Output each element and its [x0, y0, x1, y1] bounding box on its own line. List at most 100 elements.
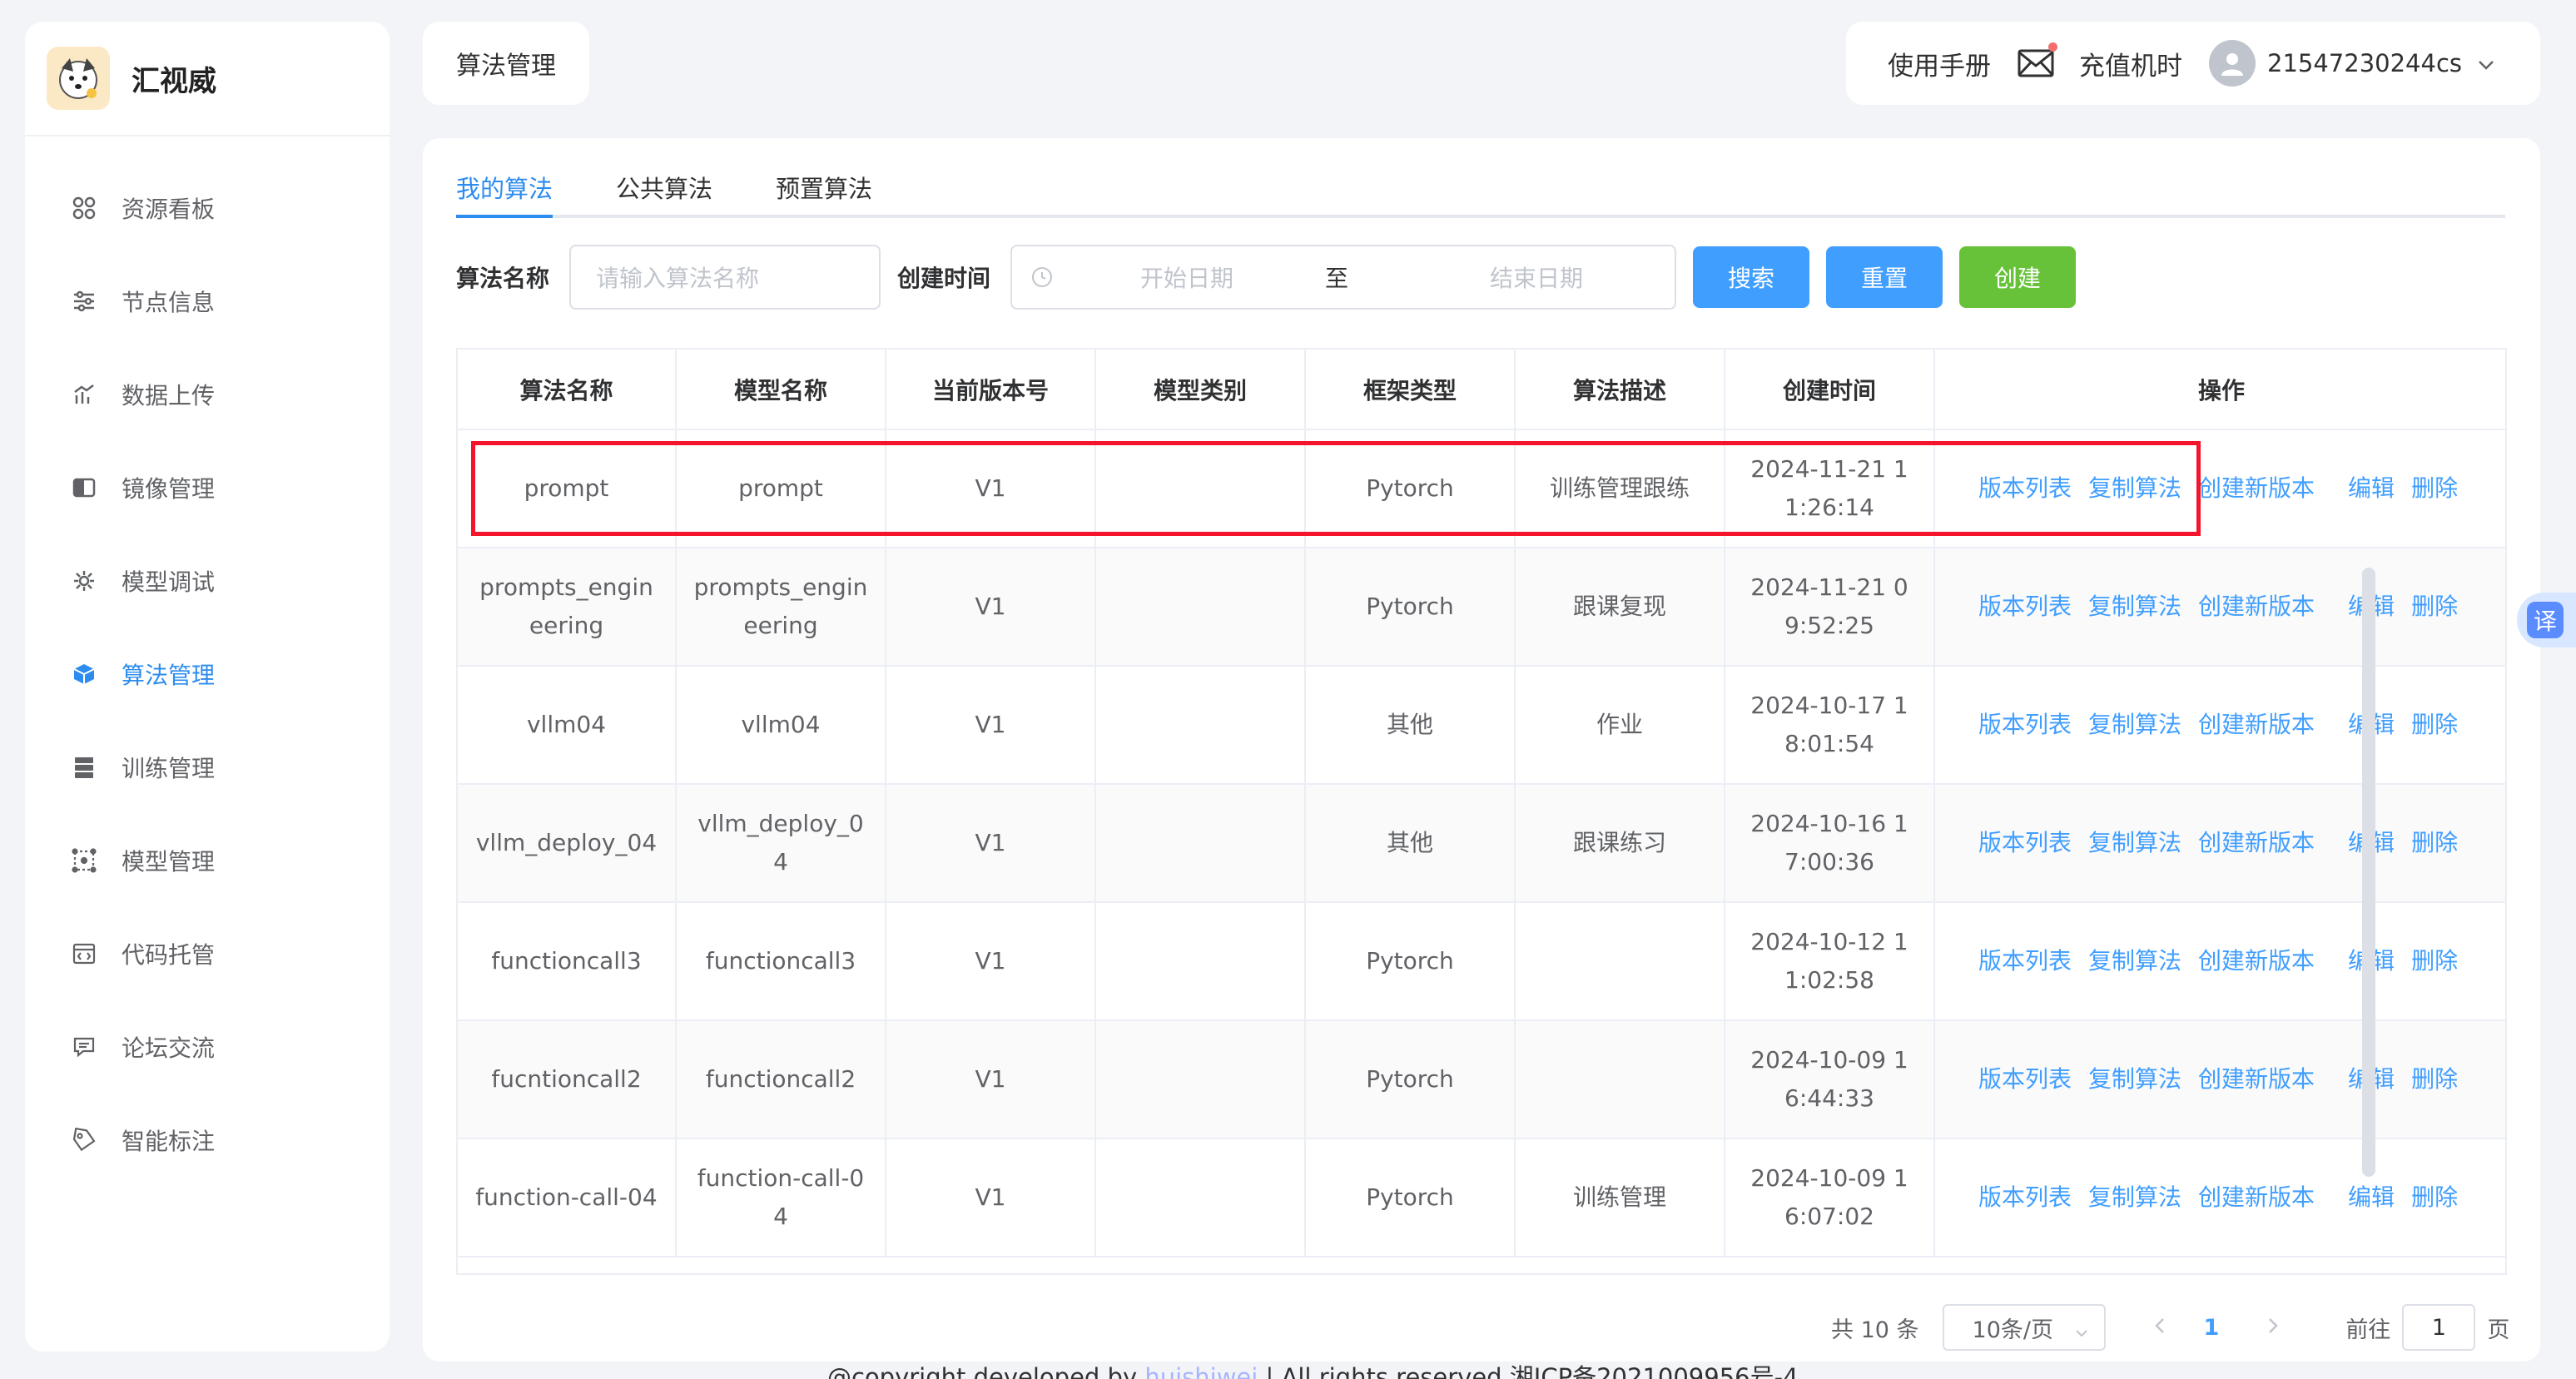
username[interactable]: 21547230244cs — [2267, 49, 2462, 77]
copy-algorithm-link[interactable]: 复制算法 — [2088, 1065, 2181, 1093]
delete-link[interactable]: 删除 — [2411, 1183, 2458, 1211]
version-list-link[interactable]: 版本列表 — [1978, 474, 2072, 502]
sidebar-item-forum[interactable]: 论坛交流 — [25, 1000, 390, 1094]
created-time-label: 创建时间 — [897, 265, 991, 292]
table-cell — [1095, 902, 1306, 1021]
sidebar-item-smart-labeling[interactable]: 智能标注 — [25, 1094, 390, 1187]
table-row: prompt prompt V1 Pytorch 训练管理跟练 2024-11-21 11… — [458, 429, 2505, 548]
table-cell — [1515, 1020, 1725, 1139]
sidebar-item-model-debug[interactable]: 模型调试 — [25, 534, 390, 627]
column-header: 操作 — [1934, 350, 2505, 430]
table-cell — [1095, 429, 1306, 548]
sidebar-item-label: 训练管理 — [122, 755, 216, 782]
sidebar-item-algorithm-management[interactable]: 算法管理 — [25, 627, 390, 721]
user-manual-link[interactable]: 使用手册 — [1888, 45, 1991, 82]
create-button[interactable]: 创建 — [1959, 246, 2077, 308]
table-cell: vllm_deploy_04 — [458, 784, 677, 903]
recharge-link[interactable]: 充值机时 — [2079, 45, 2182, 82]
delete-link[interactable]: 删除 — [2411, 1065, 2458, 1093]
table-cell: prompts_engineering — [676, 548, 886, 667]
version-list-link[interactable]: 版本列表 — [1978, 1065, 2072, 1093]
create-version-link[interactable]: 创建新版本 — [2198, 829, 2315, 856]
search-button[interactable]: 搜索 — [1693, 246, 1810, 308]
avatar[interactable] — [2209, 40, 2256, 87]
dashboard-icon — [70, 194, 98, 222]
copy-algorithm-link[interactable]: 复制算法 — [2088, 1183, 2181, 1211]
brand[interactable]: 汇视威 — [25, 22, 390, 136]
sidebar-item-model-management[interactable]: 模型管理 — [25, 814, 390, 907]
sidebar-item-training-management[interactable]: 训练管理 — [25, 721, 390, 814]
table-cell: 2024-10-09 16:07:02 — [1725, 1138, 1935, 1257]
table-cell: 其他 — [1305, 666, 1516, 785]
copy-algorithm-link[interactable]: 复制算法 — [2088, 474, 2181, 502]
row-actions: 版本列表复制算法创建新版本 编辑删除 — [1934, 1138, 2505, 1257]
copy-algorithm-link[interactable]: 复制算法 — [2088, 593, 2181, 620]
table-cell: 训练管理 — [1515, 1138, 1725, 1257]
create-version-link[interactable]: 创建新版本 — [2198, 1065, 2315, 1093]
version-list-link[interactable]: 版本列表 — [1978, 947, 2072, 975]
copy-algorithm-link[interactable]: 复制算法 — [2088, 711, 2181, 738]
sidebar-item-code-hosting[interactable]: 代码托管 — [25, 907, 390, 1000]
column-header: 算法描述 — [1515, 350, 1725, 430]
sidebar-item-image-management[interactable]: 镜像管理 — [25, 441, 390, 534]
prev-page-icon[interactable] — [2152, 1315, 2167, 1341]
create-version-link[interactable]: 创建新版本 — [2198, 1183, 2315, 1211]
sidebar-item-resource-board[interactable]: 资源看板 — [25, 161, 390, 255]
mail-icon[interactable] — [2018, 42, 2057, 77]
row-actions: 版本列表复制算法创建新版本编辑删除 — [1934, 548, 2505, 667]
delete-link[interactable]: 删除 — [2411, 474, 2458, 502]
page-number-current[interactable]: 1 — [2204, 1315, 2220, 1341]
tab-public-algorithms[interactable]: 公共算法 — [616, 161, 712, 215]
start-date-input[interactable]: 开始日期 — [1062, 260, 1312, 294]
image-icon — [70, 474, 98, 502]
goto-page-input[interactable]: 1 — [2402, 1304, 2476, 1351]
table-header-row: 算法名称 模型名称 当前版本号 模型类别 框架类型 算法描述 创建时间 操作 — [458, 350, 2505, 430]
next-page-icon[interactable] — [2266, 1315, 2281, 1341]
version-list-link[interactable]: 版本列表 — [1978, 593, 2072, 620]
page-unit-label: 页 — [2487, 1317, 2510, 1343]
table-cell: functioncall2 — [676, 1020, 886, 1139]
end-date-input[interactable]: 结束日期 — [1412, 260, 1661, 294]
sidebar-item-label: 智能标注 — [122, 1128, 216, 1155]
translate-button[interactable]: 译 — [2517, 593, 2576, 647]
sidebar-item-label: 数据上传 — [122, 382, 216, 409]
table-row: vllm_deploy_04 vllm_deploy_04 V1 其他 跟课练习 2024… — [458, 784, 2505, 903]
table-cell: function-call-04 — [458, 1138, 677, 1257]
edit-link[interactable]: 编辑 — [2348, 474, 2395, 502]
reset-button[interactable]: 重置 — [1826, 246, 1943, 308]
create-version-link[interactable]: 创建新版本 — [2198, 474, 2315, 502]
version-list-link[interactable]: 版本列表 — [1978, 711, 2072, 738]
delete-link[interactable]: 删除 — [2411, 947, 2458, 975]
tab-my-algorithms[interactable]: 我的算法 — [456, 161, 553, 218]
edit-link[interactable]: 编辑 — [2348, 1183, 2395, 1211]
tab-preset-algorithms[interactable]: 预置算法 — [776, 161, 872, 215]
create-version-link[interactable]: 创建新版本 — [2198, 593, 2315, 620]
date-range-picker[interactable]: 开始日期 至 结束日期 — [1010, 245, 1677, 310]
column-header: 算法名称 — [458, 350, 677, 430]
table-row: fucntioncall2 functioncall2 V1 Pytorch 2024-… — [458, 1020, 2505, 1139]
sidebar-item-data-upload[interactable]: 数据上传 — [25, 348, 390, 441]
row-actions: 版本列表复制算法创建新版本编辑删除 — [1934, 1020, 2505, 1139]
algorithm-table: 算法名称 模型名称 当前版本号 模型类别 框架类型 算法描述 创建时间 操作 p… — [456, 348, 2507, 1275]
delete-link[interactable]: 删除 — [2411, 829, 2458, 856]
algorithm-name-input[interactable]: 请输入算法名称 — [569, 245, 881, 310]
create-version-link[interactable]: 创建新版本 — [2198, 947, 2315, 975]
table-cell: 2024-10-16 17:00:36 — [1725, 784, 1935, 903]
create-version-link[interactable]: 创建新版本 — [2198, 711, 2315, 738]
sidebar-item-node-info[interactable]: 节点信息 — [25, 255, 390, 348]
footer-author-link[interactable]: huishiwei — [1144, 1363, 1258, 1379]
chevron-down-icon[interactable] — [2475, 52, 2497, 74]
footer: @copyright developed by huishiwei | All … — [827, 1358, 1799, 1379]
delete-link[interactable]: 删除 — [2411, 711, 2458, 738]
copy-algorithm-link[interactable]: 复制算法 — [2088, 947, 2181, 975]
version-list-link[interactable]: 版本列表 — [1978, 829, 2072, 856]
translate-icon: 译 — [2527, 602, 2564, 638]
copy-algorithm-link[interactable]: 复制算法 — [2088, 829, 2181, 856]
table-cell: prompt — [458, 429, 677, 548]
table-cell — [1095, 666, 1306, 785]
version-list-link[interactable]: 版本列表 — [1978, 1183, 2072, 1211]
total-count: 共 10 条 — [1831, 1317, 1919, 1343]
table-scrollbar[interactable] — [2362, 568, 2375, 1177]
delete-link[interactable]: 删除 — [2411, 593, 2458, 620]
page-size-select[interactable]: 10条/页 — [1942, 1304, 2106, 1351]
